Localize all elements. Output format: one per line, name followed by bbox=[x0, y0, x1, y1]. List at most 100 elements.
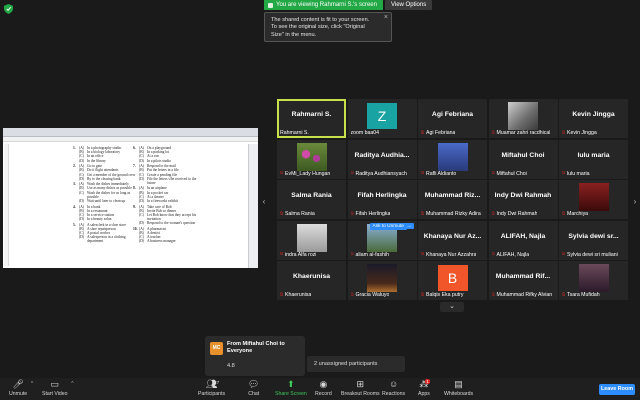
question-line: department bbox=[73, 239, 136, 243]
mic-muted-icon: ⍉ bbox=[562, 292, 566, 298]
breakout-rooms-icon: ⊞ bbox=[356, 379, 365, 389]
mic-muted-icon: ⍉ bbox=[280, 170, 284, 176]
option-text: future bbox=[147, 180, 156, 185]
leave-room-button[interactable]: Leave Room bbox=[599, 384, 635, 395]
participant-tile[interactable]: ⍉ EvMi_Lady Hungan bbox=[277, 139, 346, 179]
option-text: A business manager bbox=[147, 239, 176, 244]
reactions-button[interactable]: ☺ Reactions bbox=[382, 379, 405, 397]
participant-tile[interactable]: Raditya Audhia... ⍉ Raditya Audhiansyach bbox=[347, 139, 417, 179]
participant-label-text: indra Alfa rozi bbox=[285, 251, 317, 258]
unassigned-participants[interactable]: 2 unassigned participants bbox=[307, 356, 405, 372]
start-video-button[interactable]: ▭ Start Video ^ bbox=[42, 379, 74, 397]
participant-tile[interactable]: lulu maria ⍉ lulu maria bbox=[559, 139, 628, 179]
participant-tile[interactable]: Salma Rania ⍉ Salma Rania bbox=[277, 180, 346, 219]
mic-muted-icon: ⍉ bbox=[421, 292, 425, 298]
mic-muted-icon: ⍉ bbox=[562, 170, 566, 176]
shield-icon[interactable] bbox=[4, 4, 13, 14]
question-line: (D) A business manager bbox=[133, 239, 196, 243]
participant-label-text: Balqis Eka putry bbox=[426, 292, 464, 298]
participant-label-text: aliam al-fashih bbox=[355, 251, 389, 258]
participant-label-text: Miftahul Choi bbox=[496, 170, 527, 177]
mic-muted-icon: ⍉ bbox=[280, 251, 284, 257]
participant-name-label: ⍉ Gracia Waluyo bbox=[351, 292, 390, 298]
participant-label-text: Muamar zahri racdhical bbox=[496, 130, 551, 136]
participant-tile[interactable]: Kevin Jingga ⍉ Kevin Jingga bbox=[559, 99, 628, 138]
participant-display-name: Muhammad Rif... bbox=[495, 273, 551, 280]
mic-muted-icon: ⍉ bbox=[491, 130, 495, 136]
participants-count: 27 bbox=[214, 380, 220, 385]
participant-tile[interactable]: Ask to Unmute... ⍉ aliam al-fashih bbox=[347, 220, 417, 260]
mic-muted-icon: ⍉ bbox=[421, 251, 425, 257]
unmute-button[interactable]: 🎤︎ Unmute ^ bbox=[9, 379, 33, 397]
participant-tile[interactable]: ⍉ indra Alfa rozi bbox=[277, 220, 346, 260]
caret-up-icon[interactable]: ^ bbox=[71, 381, 73, 387]
participant-tile[interactable]: ⍉ Muamar zahri racdhical bbox=[488, 99, 558, 138]
participant-tile[interactable]: ⍉ Rafli Aldianto bbox=[418, 139, 487, 179]
participant-tile[interactable]: ⍉ Tsara Mufidah bbox=[559, 261, 628, 300]
participant-tile[interactable]: Indy Dwi Rahmah ⍉ Indy Dwi Rahmah bbox=[488, 180, 558, 219]
chevron-down-icon[interactable]: ⌄ bbox=[440, 302, 464, 312]
participant-tile[interactable]: Khanaya Nur Az... ⍉ Khanaya Nur Azzahra bbox=[418, 220, 487, 260]
participant-tile[interactable]: Agi Febriana ⍉ Agi Febriana bbox=[418, 99, 487, 138]
participant-display-name: Raditya Audhia... bbox=[354, 151, 410, 159]
participant-tile[interactable]: Khaerunisa ⍉ Khaerunisa bbox=[277, 261, 346, 300]
option-text: In a pilots studio bbox=[147, 158, 172, 163]
close-icon[interactable]: × bbox=[384, 14, 388, 22]
question-line: (D) Wait until later to clean up bbox=[73, 199, 136, 203]
record-button[interactable]: ◉ Record bbox=[315, 379, 332, 397]
participant-photo bbox=[367, 264, 397, 292]
apps-button[interactable]: ⁂ 1 Apps bbox=[418, 379, 430, 397]
view-options-button[interactable]: View Options bbox=[384, 0, 433, 10]
participants-button[interactable]: 👥︎ 27 Participants bbox=[198, 379, 225, 397]
gallery-next-icon[interactable]: › bbox=[632, 196, 638, 208]
participant-tile[interactable]: ALIFAH, Najla ⍉ ALIFAH, Najla bbox=[488, 220, 558, 260]
participant-name-label: ⍉ Indy Dwi Rahmah bbox=[492, 211, 538, 217]
question-line: (D) In a beauty salon bbox=[73, 217, 136, 221]
participant-display-name: Fifah Herlingka bbox=[357, 192, 407, 199]
gallery-prev-icon[interactable]: ‹ bbox=[261, 196, 267, 208]
participant-tile[interactable]: Miftahul Choi ⍉ Miftahul Choi bbox=[488, 139, 558, 179]
mic-muted-icon: ⍉ bbox=[491, 292, 495, 298]
participant-tile[interactable]: Muhammad Rif... ⍉ Muhammad Rifky Alvian bbox=[488, 261, 558, 300]
mic-muted-icon: ⍉ bbox=[562, 211, 566, 217]
participant-label-text: Sylvia dewi sri muliani bbox=[567, 251, 618, 258]
whiteboards-button[interactable]: ▤ Whiteboards bbox=[444, 379, 473, 397]
participant-tile[interactable]: Sylvia dewi sr... ⍉ Sylvia dewi sri mulian… bbox=[559, 220, 628, 260]
caret-up-icon[interactable]: ^ bbox=[31, 381, 33, 387]
mic-muted-icon: ⍉ bbox=[350, 170, 354, 176]
participant-tile[interactable]: Zzoom baa04 bbox=[347, 99, 417, 138]
participant-display-name: Khanaya Nur Az... bbox=[423, 232, 482, 240]
question-column-left: 1. (A) In a photography studio (B) In a biol… bbox=[73, 146, 136, 244]
participant-tile[interactable]: B ⍉ Balqis Eka putry bbox=[418, 261, 487, 300]
participant-gallery: Rahmarni S. Rahmarni S. Zzoom baa04 Agi Feb… bbox=[277, 99, 628, 300]
option-text: In the library bbox=[87, 158, 106, 163]
participant-photo bbox=[437, 142, 468, 171]
participant-tile[interactable]: ⍉ Gracia Waluyo bbox=[347, 261, 417, 300]
participant-display-name: Muhammad Riz... bbox=[424, 192, 481, 199]
participant-display-name: Salma Rania bbox=[291, 192, 332, 199]
participant-name-label: ⍉ lulu maria bbox=[562, 171, 590, 177]
participant-tile[interactable]: Muhammad Riz... ⍉ Muhammad Rizky Adira bbox=[418, 180, 487, 219]
chat-icon: 💬︎ bbox=[248, 379, 260, 389]
video-off-icon: ▭ bbox=[50, 379, 60, 389]
share-screen-button[interactable]: ⬆ Share Screen bbox=[275, 379, 307, 397]
participant-label-text: Muhammad Rizky Adira bbox=[426, 211, 481, 217]
participant-photo bbox=[296, 142, 327, 171]
breakout-rooms-button[interactable]: ⊞ Breakout Rooms bbox=[341, 379, 380, 397]
ask-to-unmute-button[interactable]: Ask to Unmute bbox=[369, 222, 407, 230]
shared-screen: 1. (A) In a photography studio (B) In a biol… bbox=[3, 128, 258, 268]
participant-name-label: ⍉ Raditya Audhiansyach bbox=[351, 171, 407, 177]
question-line: (D) By to the clearing bank bbox=[73, 177, 136, 181]
participant-name-label: ⍉ EvMi_Lady Hungan bbox=[280, 171, 330, 177]
participant-tile[interactable]: Rahmarni S. Rahmarni S. bbox=[277, 99, 346, 138]
participant-label-text: Raditya Audhiansyach bbox=[355, 170, 407, 177]
participant-tile[interactable]: Fifah Herlingka ⍉ Fifah Herlingka bbox=[347, 180, 417, 219]
participant-name-label: ⍉ Khanaya Nur Azzahra bbox=[421, 252, 476, 258]
participant-tile[interactable]: ⍉ Marchiya bbox=[559, 180, 628, 219]
chat-notification[interactable]: MC From Miftahul Choi to Everyone 4.8 bbox=[205, 336, 305, 376]
chat-button[interactable]: 💬︎ Chat bbox=[248, 379, 259, 397]
more-options-icon[interactable]: ... bbox=[405, 222, 414, 229]
participant-label-text: Tsara Mufidah bbox=[567, 292, 600, 298]
participant-photo bbox=[578, 183, 609, 211]
mic-muted-icon: ⍉ bbox=[350, 292, 354, 298]
